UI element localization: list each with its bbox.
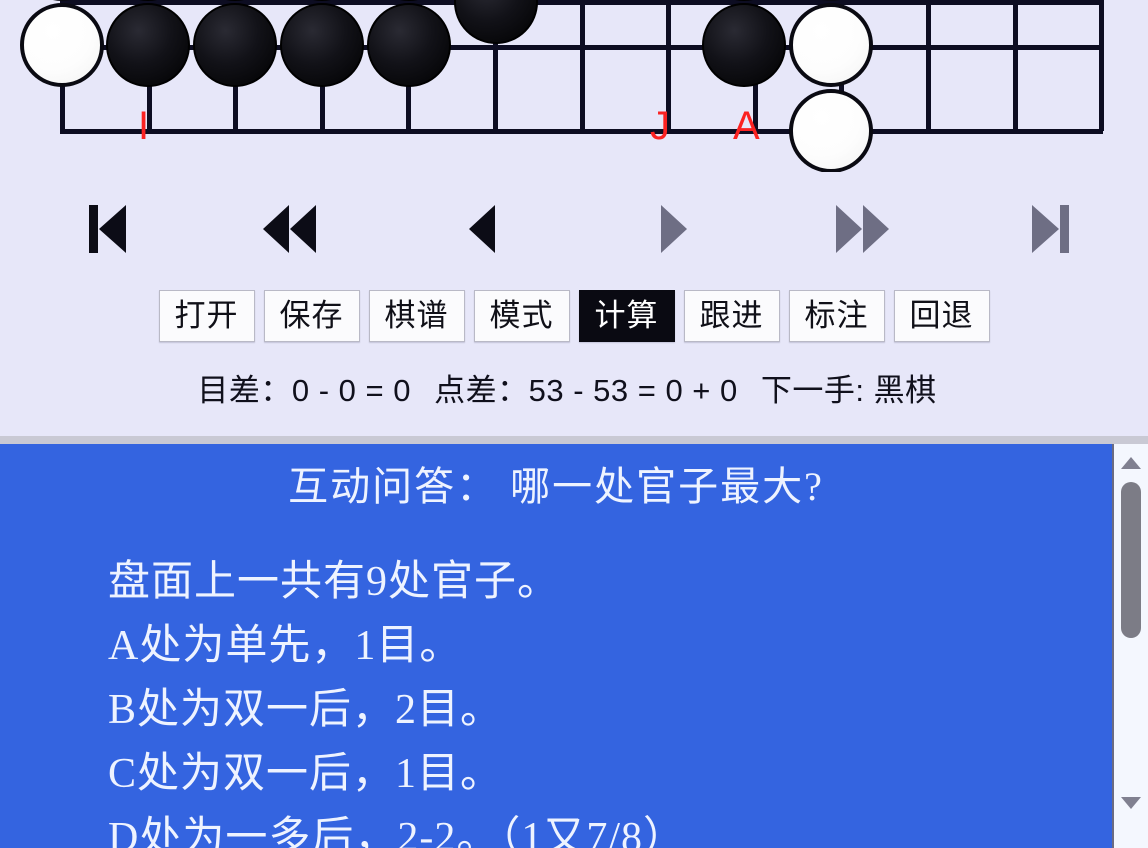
skip-to-start-icon: [85, 202, 131, 256]
annotate-button[interactable]: 标注: [788, 290, 885, 342]
chevron-down-icon[interactable]: [1114, 788, 1148, 818]
qa-content: 互动问答： 哪一处官子最大? 盘面上一共有9处官子。 A处为单先，1目。 B处为双一…: [0, 444, 1112, 848]
followup-button[interactable]: 跟进: [683, 290, 780, 342]
go-stone-black[interactable]: [367, 3, 451, 87]
next-player-text: 下一手: 黑棋: [760, 373, 937, 408]
board-pane: I J A 打开 保存 棋谱 模式 计算 跟进 标注 回退 目差：0 - 0 = 0 点差：53 …: [0, 0, 1148, 436]
calculate-button[interactable]: 计算: [578, 290, 675, 342]
board-grid-line-vertical: [1013, 0, 1018, 131]
board-marker-label-a: A: [733, 104, 760, 148]
record-button[interactable]: 棋谱: [368, 290, 465, 342]
board-grid-line-horizontal: [60, 0, 1103, 5]
scroll-thumb[interactable]: [1121, 482, 1141, 638]
undo-button[interactable]: 回退: [893, 290, 990, 342]
board-grid-line-vertical: [1099, 0, 1104, 131]
previous-move-button[interactable]: [444, 196, 520, 262]
go-stone-black[interactable]: [193, 3, 277, 87]
qa-title: 互动问答： 哪一处官子最大?: [288, 464, 824, 509]
qa-line: B处为双一后，2目。: [108, 687, 504, 733]
chevron-up-icon[interactable]: [1114, 448, 1148, 478]
command-toolbar: 打开 保存 棋谱 模式 计算 跟进 标注 回退: [0, 290, 1148, 344]
first-move-button[interactable]: [70, 196, 146, 262]
status-bar: 目差：0 - 0 = 0 点差：53 - 53 = 0 + 0 下一手: 黑棋: [0, 368, 1148, 414]
rewind-icon: [262, 202, 318, 256]
qa-line: C处为双一后，1目。: [108, 751, 504, 797]
go-stone-white[interactable]: [789, 3, 873, 87]
go-stone-black[interactable]: [454, 0, 538, 44]
next-move-button: [636, 196, 712, 262]
qa-scrollbar[interactable]: [1112, 444, 1148, 848]
qa-line: A处为单先，1目。: [108, 623, 463, 669]
board-grid-line-vertical: [926, 0, 931, 131]
navigation-controls: [0, 196, 1148, 272]
go-board[interactable]: IJA: [0, 0, 1148, 172]
save-button[interactable]: 保存: [263, 290, 360, 342]
mode-button[interactable]: 模式: [473, 290, 570, 342]
step-back-icon: [466, 202, 498, 256]
go-stone-black[interactable]: [280, 3, 364, 87]
board-marker-label-i: I: [138, 104, 150, 148]
go-stone-white[interactable]: [789, 89, 873, 172]
go-stone-black[interactable]: [106, 3, 190, 87]
rewind-button[interactable]: [252, 196, 328, 262]
qa-panel: 互动问答： 哪一处官子最大? 盘面上一共有9处官子。 A处为单先，1目。 B处为双一…: [0, 444, 1148, 848]
qa-line: D处为一多后，2-2。（1又7/8）: [108, 815, 686, 848]
qa-body: 盘面上一共有9处官子。 A处为单先，1目。 B处为双一后，2目。 C处为双一后，1目。…: [0, 508, 1112, 848]
skip-to-end-icon: [1027, 202, 1073, 256]
board-marker-label-j: J: [650, 104, 670, 148]
board-grid-line-horizontal: [60, 129, 1103, 134]
fast-forward-button: [824, 196, 900, 262]
eye-difference-text: 目差：0 - 0 = 0: [197, 373, 411, 408]
last-move-button: [1012, 196, 1088, 262]
go-stone-white[interactable]: [20, 3, 104, 87]
board-grid-line-vertical: [580, 0, 585, 131]
open-button[interactable]: 打开: [158, 290, 255, 342]
point-difference-text: 点差：53 - 53 = 0 + 0: [434, 373, 738, 408]
step-forward-icon: [658, 202, 690, 256]
fast-forward-icon: [834, 202, 890, 256]
go-stone-black[interactable]: [702, 3, 786, 87]
pane-divider: [0, 436, 1148, 444]
qa-line: 盘面上一共有9处官子。: [108, 559, 561, 605]
